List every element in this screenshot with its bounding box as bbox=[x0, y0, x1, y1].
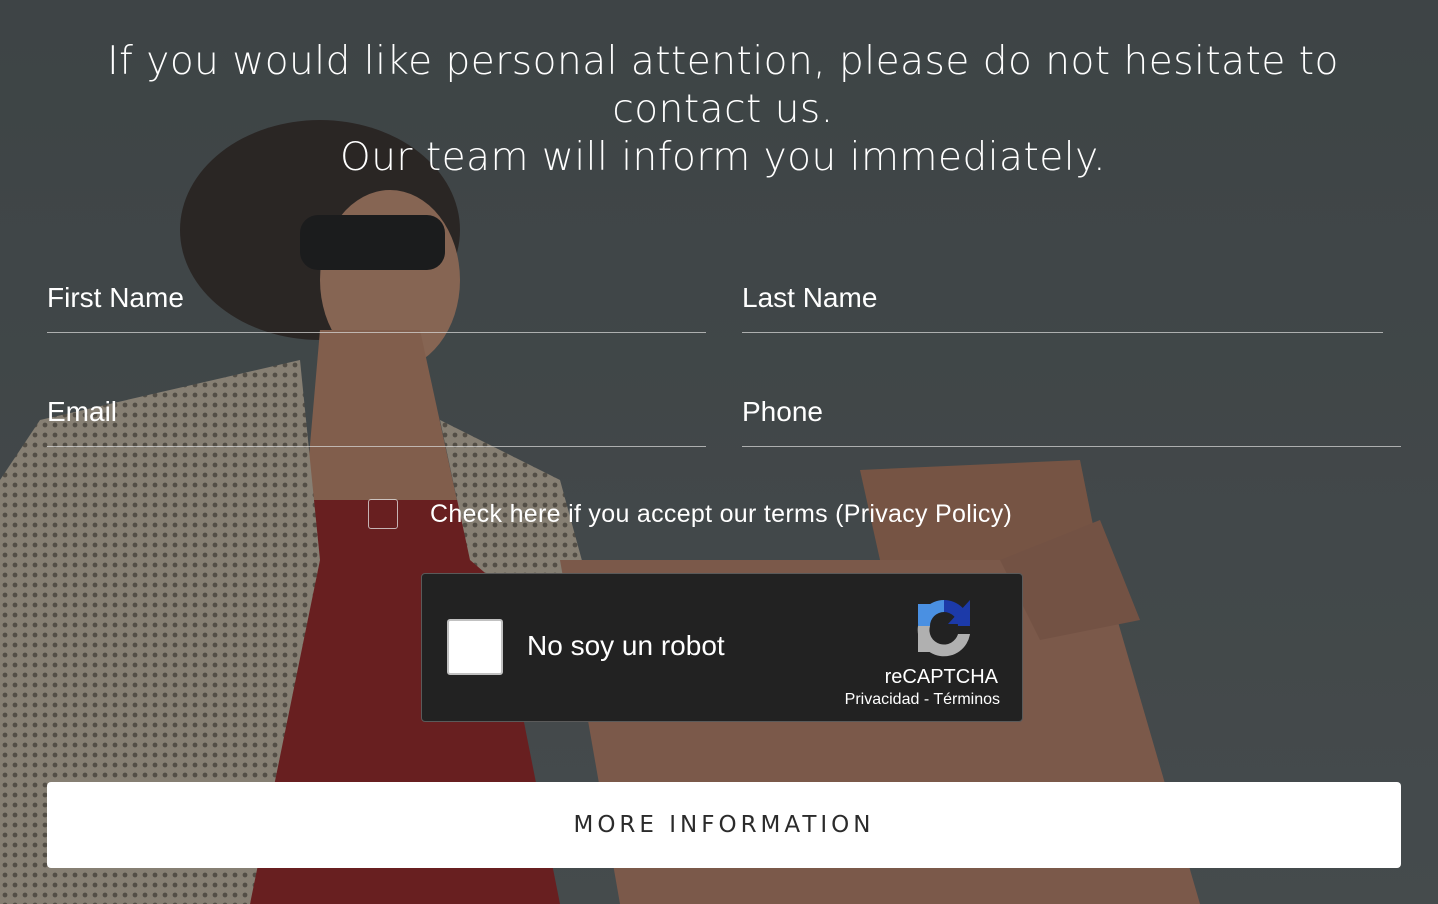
contact-section: If you would like personal attention, pl… bbox=[0, 0, 1438, 904]
phone-input[interactable] bbox=[742, 386, 1401, 446]
contact-headline: If you would like personal attention, pl… bbox=[60, 38, 1386, 182]
headline-line-2: contact us. bbox=[612, 87, 834, 132]
last-name-field[interactable]: Last Name bbox=[742, 272, 1383, 333]
first-name-input[interactable] bbox=[47, 272, 706, 332]
headline-line-1: If you would like personal attention, pl… bbox=[107, 39, 1339, 84]
phone-field[interactable]: Phone bbox=[742, 386, 1401, 447]
recaptcha-label: No soy un robot bbox=[527, 630, 725, 661]
terms-consent[interactable]: Check here if you accept our terms (Priv… bbox=[368, 498, 1012, 530]
email-input[interactable] bbox=[47, 386, 706, 446]
terms-checkbox[interactable] bbox=[368, 499, 398, 529]
recaptcha-logo-icon bbox=[917, 600, 970, 657]
recaptcha-terms-link[interactable]: Términos bbox=[933, 691, 1000, 708]
email-field[interactable]: Email bbox=[47, 386, 706, 447]
recaptcha-checkbox[interactable] bbox=[447, 619, 503, 675]
last-name-input[interactable] bbox=[742, 272, 1383, 332]
first-name-field[interactable]: First Name bbox=[47, 272, 706, 333]
headline-line-3: Our team will inform you immediately. bbox=[340, 135, 1106, 180]
recaptcha-privacy-link[interactable]: Privacidad bbox=[845, 691, 920, 708]
recaptcha-link-separator: - bbox=[919, 691, 934, 708]
recaptcha-brand: reCAPTCHA bbox=[884, 666, 998, 688]
recaptcha-links: Privacidad - Términos bbox=[845, 691, 1000, 709]
recaptcha-widget: No soy un robot reCAPTCHA Privacidad - T… bbox=[421, 573, 1023, 722]
terms-label[interactable]: Check here if you accept our terms (Priv… bbox=[430, 500, 1012, 529]
more-information-button[interactable]: MORE INFORMATION bbox=[47, 782, 1401, 868]
